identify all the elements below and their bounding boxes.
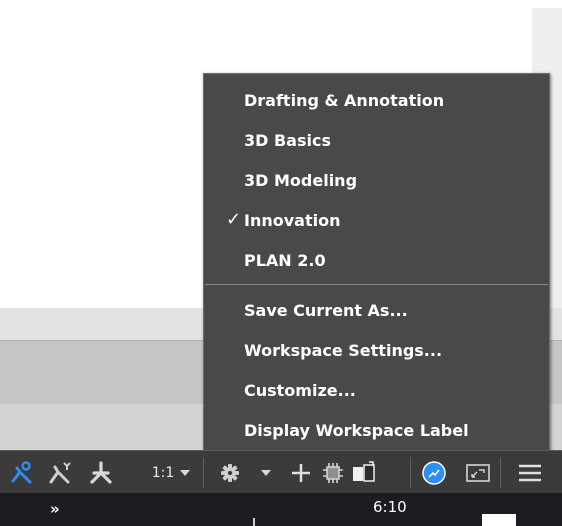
clean-screen-button[interactable] (416, 451, 452, 494)
status-bar: 1:1 (0, 450, 562, 493)
separator (500, 457, 501, 488)
taskbar-clock[interactable]: 6:10 (373, 498, 407, 516)
hardware-acceleration-button[interactable] (318, 451, 348, 494)
menu-item-workspace-settings[interactable]: Workspace Settings... (204, 330, 549, 370)
menu-item-3d-modeling[interactable]: 3D Modeling (204, 160, 549, 200)
hardware-accel-icon (323, 462, 343, 483)
chevron-down-icon (261, 469, 271, 476)
menu-divider (205, 284, 548, 285)
menu-item-innovation[interactable]: ✓ Innovation (204, 200, 549, 240)
customization-menu-icon (519, 464, 541, 481)
annotation-scale-dropdown[interactable]: 1:1 (144, 451, 198, 494)
clean-screen-icon (422, 460, 446, 485)
annotation-scale-value: 1:1 (151, 464, 175, 481)
menu-item-label: Save Current As... (244, 300, 408, 320)
customization-menu-button[interactable] (512, 451, 548, 494)
workspace-gear-icon (221, 463, 239, 482)
taskbar-overflow-button[interactable]: » (50, 500, 60, 518)
menu-item-label: 3D Modeling (244, 170, 358, 190)
auto-scale-button[interactable] (46, 451, 76, 494)
menu-item-3d-basics[interactable]: 3D Basics (204, 120, 549, 160)
menu-item-label: PLAN 2.0 (244, 250, 326, 270)
menu-item-label: Workspace Settings... (244, 340, 443, 360)
workspace-menu: Drafting & Annotation 3D Basics 3D Model… (203, 73, 550, 452)
separator (410, 457, 411, 488)
annotation-monitor-icon (90, 460, 112, 484)
separator (203, 457, 204, 488)
auto-scale-icon (49, 461, 71, 483)
annotation-visibility-icon (11, 460, 32, 483)
fullscreen-icon (466, 463, 490, 482)
taskbar-app-indicator (253, 518, 255, 526)
menu-item-save-current-as[interactable]: Save Current As... (204, 290, 549, 330)
menu-item-label: Customize... (244, 380, 356, 400)
annotation-add-button[interactable] (286, 451, 316, 494)
plus-icon (292, 463, 310, 482)
menu-item-drafting-annotation[interactable]: Drafting & Annotation (204, 80, 549, 120)
menu-item-display-workspace-label[interactable]: Display Workspace Label (204, 410, 549, 450)
isolate-objects-button[interactable] (348, 451, 380, 494)
menu-item-label: 3D Basics (244, 130, 331, 150)
annotation-visibility-button[interactable] (8, 451, 38, 494)
taskbar (0, 493, 562, 526)
isolate-objects-icon (353, 460, 375, 482)
notification-icon[interactable] (482, 514, 516, 526)
workspace-dropdown-arrow[interactable] (256, 451, 276, 494)
menu-item-label: Drafting & Annotation (244, 90, 445, 110)
workspace-switching-button[interactable] (214, 451, 246, 494)
menu-item-label: Display Workspace Label (244, 420, 469, 440)
annotation-monitor-button[interactable] (86, 451, 116, 494)
menu-item-plan-2[interactable]: PLAN 2.0 (204, 240, 549, 280)
fullscreen-button[interactable] (462, 451, 494, 494)
menu-item-customize[interactable]: Customize... (204, 370, 549, 410)
checkmark-icon: ✓ (226, 209, 242, 230)
menu-item-label: Innovation (244, 210, 341, 230)
chevron-down-icon (180, 469, 191, 476)
